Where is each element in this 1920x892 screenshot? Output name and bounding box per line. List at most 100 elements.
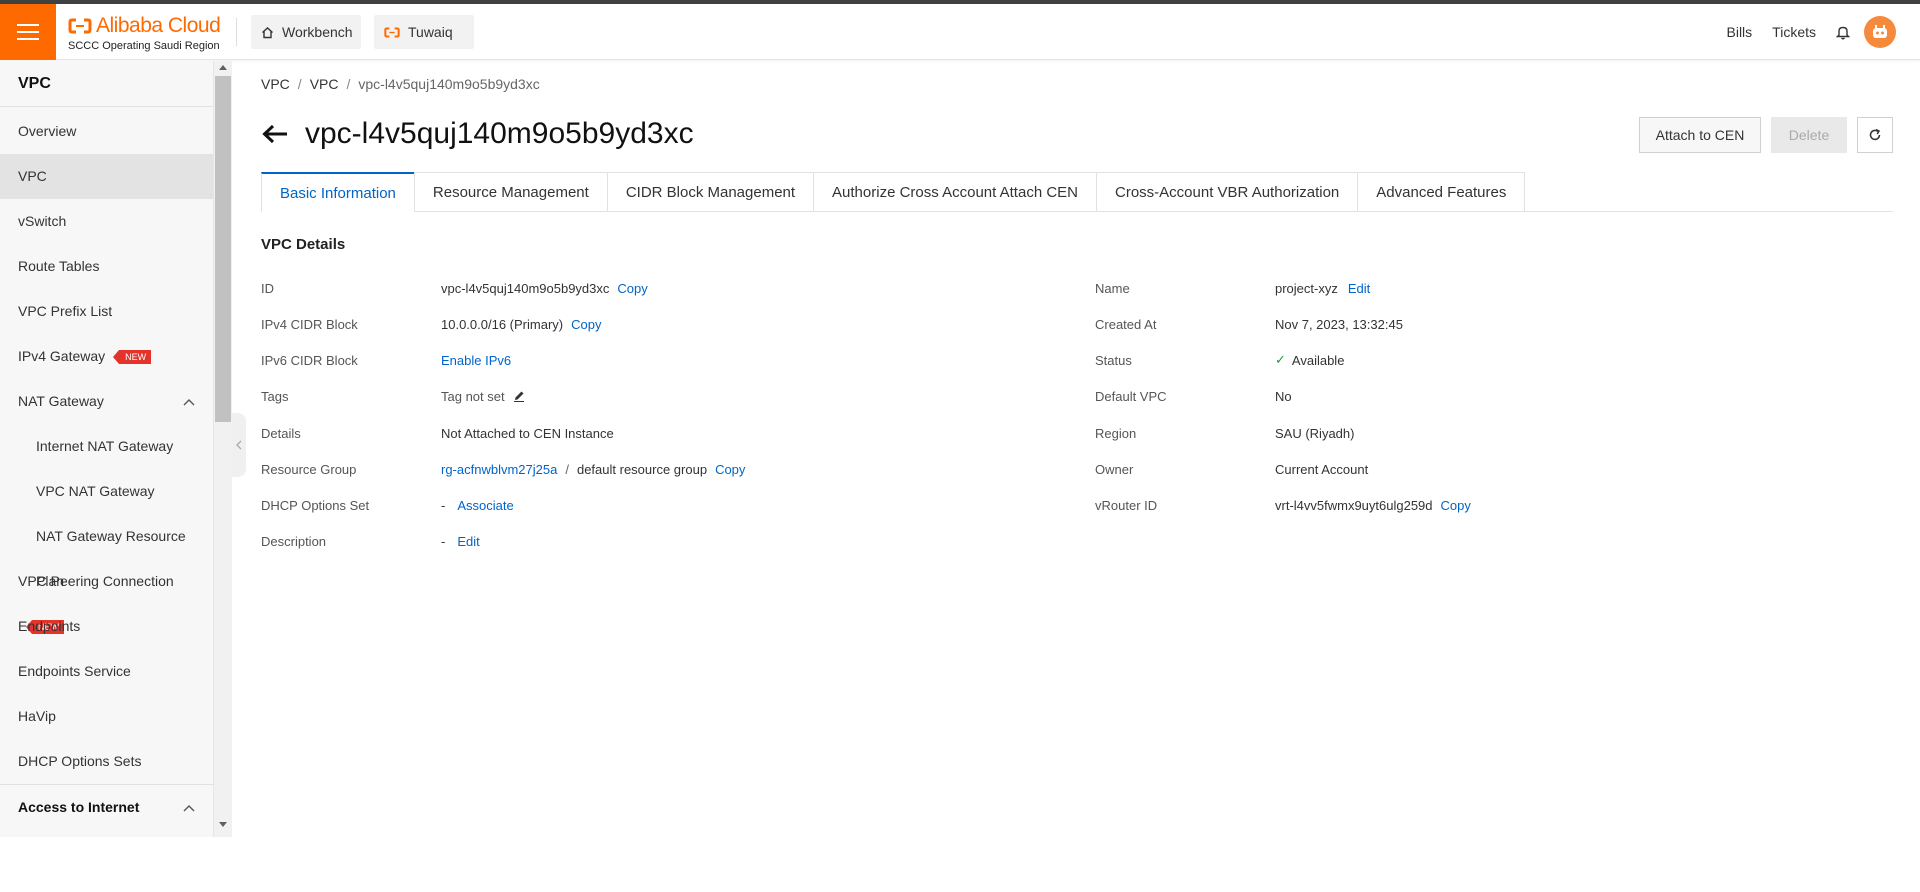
detail-label: Description <box>261 533 327 549</box>
sidebar-item-label: Endpoints <box>18 618 81 634</box>
sidebar-item-route-tables[interactable]: Route Tables <box>0 244 213 289</box>
scroll-down-arrow-icon[interactable] <box>218 822 228 832</box>
ipv4-cidr-value: 10.0.0.0/16 (Primary) <box>441 316 564 332</box>
hamburger-icon <box>17 24 39 40</box>
vrouter-id-value: vrt-l4vv5fwmx9uyt6ulg259d <box>1275 497 1433 513</box>
tab-tuwaiq[interactable]: Tuwaiq <box>374 15 474 49</box>
associate-link[interactable]: Associate <box>457 498 513 513</box>
sidebar-item-vpc-prefix-list[interactable]: VPC Prefix List <box>0 289 213 334</box>
page-actions: Attach to CEN Delete <box>1629 117 1893 153</box>
owner-value: Current Account <box>1275 461 1369 477</box>
tickets-link[interactable]: Tickets <box>1772 24 1816 40</box>
created-at-value: Nov 7, 2023, 13:32:45 <box>1275 316 1403 332</box>
check-icon: ✓ <box>1275 352 1286 367</box>
sidebar-scroll-thumb[interactable] <box>215 76 231 422</box>
sidebar-item-endpoints[interactable]: Endpoints <box>0 604 213 649</box>
sidebar-item-havip[interactable]: HaVip <box>0 694 213 739</box>
sidebar-item-label: Access to Internet <box>18 799 140 815</box>
copy-resource-group-link[interactable]: Copy <box>715 462 745 477</box>
sidebar-item-label: Endpoints Service <box>18 663 131 679</box>
sidebar-item-ipv4-gateway[interactable]: IPv4 Gateway NEW <box>0 334 213 379</box>
detail-label: Name <box>1095 280 1130 296</box>
scroll-up-arrow-icon[interactable] <box>218 64 228 74</box>
breadcrumb-item[interactable]: VPC <box>310 76 339 92</box>
pencil-edit-icon[interactable] <box>513 390 525 402</box>
chevron-up-icon[interactable] <box>183 785 195 830</box>
sidebar-item-label: Overview <box>18 123 77 139</box>
detail-label: Created At <box>1095 316 1157 332</box>
bell-icon[interactable] <box>1836 25 1850 40</box>
sidebar: VPC Overview VPC vSwitch Route Tables VP… <box>0 61 214 837</box>
detail-label: Default VPC <box>1095 388 1167 404</box>
user-avatar-icon <box>1873 25 1887 38</box>
copy-ipv4-link[interactable]: Copy <box>571 317 601 332</box>
sidebar-item-label: vSwitch <box>18 213 67 229</box>
back-arrow-icon[interactable] <box>261 119 291 149</box>
tab-workbench[interactable]: Workbench <box>251 15 361 49</box>
resource-group-name: default resource group <box>576 461 708 477</box>
tab-authorize-cross-account-attach-cen[interactable]: Authorize Cross Account Attach CEN <box>813 172 1096 212</box>
detail-label: Details <box>261 425 301 441</box>
edit-description-link[interactable]: Edit <box>457 534 479 549</box>
chevron-up-icon[interactable] <box>183 379 195 424</box>
tab-cidr-block-management[interactable]: CIDR Block Management <box>606 172 814 212</box>
attach-to-cen-button[interactable]: Attach to CEN <box>1639 117 1761 153</box>
new-badge: NEW <box>113 350 152 365</box>
sidebar-item-internet-nat-gateway[interactable]: Internet NAT Gateway <box>0 424 213 469</box>
refresh-button[interactable] <box>1857 117 1893 153</box>
detail-label: IPv4 CIDR Block <box>261 316 358 332</box>
tab-advanced-features[interactable]: Advanced Features <box>1357 172 1526 212</box>
edit-name-link[interactable]: Edit <box>1348 281 1370 296</box>
dhcp-value: - <box>441 497 446 513</box>
breadcrumb: VPC / VPC / vpc-l4v5quj140m9o5b9yd3xc <box>261 76 540 92</box>
sidebar-item-overview[interactable]: Overview <box>0 109 213 154</box>
sidebar-item-vpc-nat-gateway[interactable]: VPC NAT Gateway <box>0 469 213 514</box>
name-value: project-xyz <box>1275 280 1338 296</box>
detail-label: Status <box>1095 352 1132 368</box>
region-label: SCCC Operating Saudi Region <box>68 40 220 52</box>
header-divider <box>236 18 237 46</box>
sidebar-item-dhcp-options-sets[interactable]: DHCP Options Sets <box>0 739 213 784</box>
breadcrumb-current: vpc-l4v5quj140m9o5b9yd3xc <box>358 76 540 92</box>
sidebar-item-nat-gateway[interactable]: NAT Gateway <box>0 379 213 424</box>
avatar[interactable] <box>1864 16 1896 48</box>
sidebar-item-label: DHCP Options Sets <box>18 753 142 769</box>
sidebar-item-vpc[interactable]: VPC <box>0 154 213 199</box>
copy-vrouter-link[interactable]: Copy <box>1441 498 1471 513</box>
detail-label: IPv6 CIDR Block <box>261 352 358 368</box>
sidebar-item-label: VPC NAT Gateway <box>36 483 155 499</box>
refresh-icon <box>1869 128 1881 141</box>
copy-id-link[interactable]: Copy <box>617 281 647 296</box>
enable-ipv6-link[interactable]: Enable IPv6 <box>441 353 511 368</box>
tags-value: Tag not set <box>441 388 505 404</box>
sidebar-item-vpc-peering-connection[interactable]: VPC Peering ConnectionNEW <box>0 559 213 635</box>
sidebar-item-label: HaVip <box>18 708 56 724</box>
sidebar-collapse-handle[interactable] <box>232 413 246 477</box>
section-title: VPC Details <box>261 236 346 253</box>
tab-resource-management[interactable]: Resource Management <box>413 172 607 212</box>
sidebar-item-label: VPC <box>18 168 47 184</box>
bills-link[interactable]: Bills <box>1727 24 1753 40</box>
menu-button[interactable] <box>0 4 56 60</box>
region-value: SAU (Riyadh) <box>1275 425 1355 441</box>
detail-tabs: Basic Information Resource Management CI… <box>261 172 1893 213</box>
delete-button[interactable]: Delete <box>1771 117 1847 153</box>
cen-details-value: Not Attached to CEN Instance <box>441 425 614 441</box>
tab-tuwaiq-label: Tuwaiq <box>408 24 453 40</box>
sidebar-item-vswitch[interactable]: vSwitch <box>0 199 213 244</box>
tab-basic-information[interactable]: Basic Information <box>261 172 414 213</box>
alibaba-cloud-logo[interactable]: Alibaba Cloud SCCC Operating Saudi Regio… <box>68 14 230 52</box>
sidebar-item-nat-gateway-resource-plan[interactable]: NAT Gateway Resource Plan <box>0 514 213 589</box>
detail-label: Region <box>1095 425 1137 441</box>
breadcrumb-item[interactable]: VPC <box>261 76 290 92</box>
home-icon <box>261 26 274 39</box>
tab-cross-account-vbr-authorization[interactable]: Cross-Account VBR Authorization <box>1096 172 1358 212</box>
detail-label: Tags <box>261 388 289 404</box>
resource-group-link[interactable]: rg-acfnwblvm27j25a <box>441 462 557 477</box>
sidebar-item-access-to-internet[interactable]: Access to Internet <box>0 784 213 829</box>
detail-label: DHCP Options Set <box>261 497 370 513</box>
sidebar-item-endpoints-service[interactable]: Endpoints Service <box>0 649 213 694</box>
alibaba-bracket-icon <box>68 18 92 34</box>
page-title: vpc-l4v5quj140m9o5b9yd3xc <box>305 117 694 150</box>
tab-workbench-label: Workbench <box>282 24 353 40</box>
